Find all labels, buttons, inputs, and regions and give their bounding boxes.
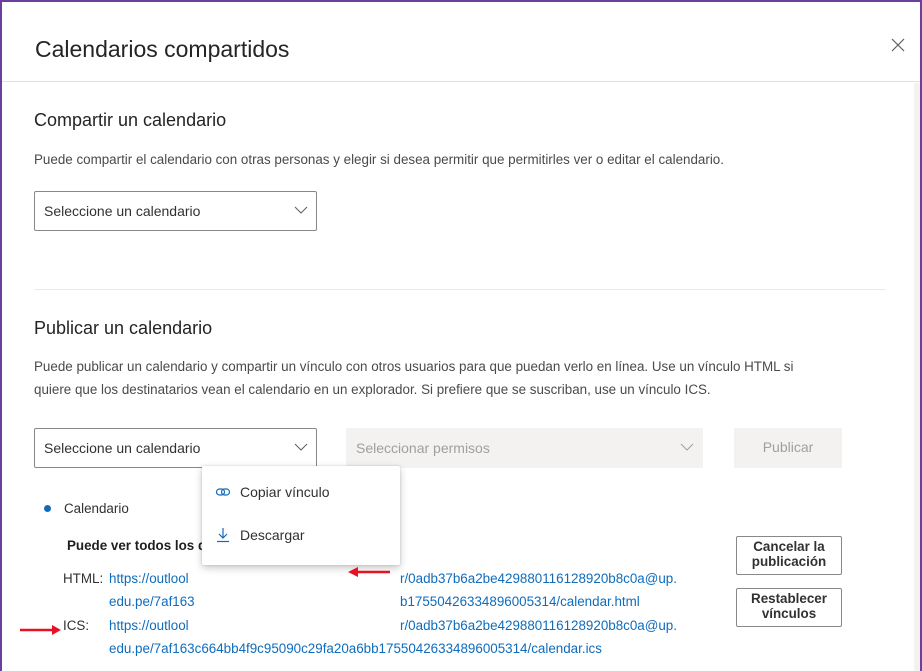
menu-item-copy-link[interactable]: Copiar vínculo — [202, 472, 400, 512]
cancel-publication-button[interactable]: Cancelar la publicación — [736, 536, 842, 575]
menu-item-copy-link-label: Copiar vínculo — [240, 484, 330, 500]
close-icon[interactable] — [888, 35, 908, 55]
html-label: HTML: — [63, 571, 104, 586]
published-calendar-name: Calendario — [64, 501, 129, 516]
ics-link-part3[interactable]: edu.pe/7af163c664bb4f9c95090c29fa20a6bb1… — [109, 641, 602, 656]
permissions-select[interactable]: Seleccionar permisos — [346, 428, 703, 468]
html-link-part1[interactable]: https://outlool — [109, 571, 189, 586]
link-icon — [215, 488, 231, 496]
publish-description-line1: Puede publicar un calendario y compartir… — [34, 359, 794, 374]
html-link-part4[interactable]: b17550426334896005314/calendar.html — [400, 594, 640, 609]
download-icon — [217, 528, 229, 543]
publish-button-label: Publicar — [762, 439, 814, 455]
publish-button[interactable]: Publicar — [734, 428, 842, 468]
reset-button-line1: Restablecer — [751, 591, 827, 606]
share-calendar-select-value: Seleccione un calendario — [44, 203, 201, 219]
permissions-select-value: Seleccionar permisos — [356, 440, 490, 456]
ics-label: ICS: — [63, 618, 90, 633]
scrollbar[interactable] — [914, 83, 920, 671]
publish-description-line2: quiere que los destinatarios vean el cal… — [34, 382, 711, 397]
bullet-icon — [44, 505, 51, 512]
reset-button-line2: vínculos — [761, 606, 817, 621]
cancel-button-line2: publicación — [751, 554, 827, 569]
dialog-title: Calendarios compartidos — [35, 36, 290, 62]
context-menu: Copiar vínculo Descargar — [202, 466, 400, 565]
publish-calendar-select[interactable]: Seleccione un calendario — [34, 428, 317, 468]
section-divider — [34, 289, 886, 290]
annotation-arrow-icon — [348, 567, 390, 577]
share-description: Puede compartir el calendario con otras … — [34, 152, 724, 167]
dialog-body: Compartir un calendario Puede compartir … — [2, 83, 920, 671]
menu-item-download[interactable]: Descargar — [202, 515, 400, 555]
share-heading: Compartir un calendario — [34, 110, 227, 130]
menu-item-download-label: Descargar — [240, 527, 305, 543]
publish-heading: Publicar un calendario — [34, 318, 213, 338]
chevron-down-icon — [294, 443, 308, 451]
annotation-arrow-icon — [20, 625, 61, 635]
dialog-header: Calendarios compartidos — [2, 2, 920, 82]
cancel-button-line1: Cancelar la — [753, 539, 825, 554]
chevron-down-icon — [680, 443, 694, 451]
html-link-part3[interactable]: edu.pe/7af163 — [109, 594, 195, 609]
ics-link-part1[interactable]: https://outlool — [109, 618, 189, 633]
html-link-part2[interactable]: r/0adb37b6a2be429880116128920b8c0a@up. — [400, 571, 677, 586]
publish-calendar-select-value: Seleccione un calendario — [44, 440, 201, 456]
share-calendar-select[interactable]: Seleccione un calendario — [34, 191, 317, 231]
reset-links-button[interactable]: Restablecer vínculos — [736, 588, 842, 627]
ics-link-part2[interactable]: r/0adb37b6a2be429880116128920b8c0a@up. — [400, 618, 677, 633]
chevron-down-icon — [294, 206, 308, 214]
